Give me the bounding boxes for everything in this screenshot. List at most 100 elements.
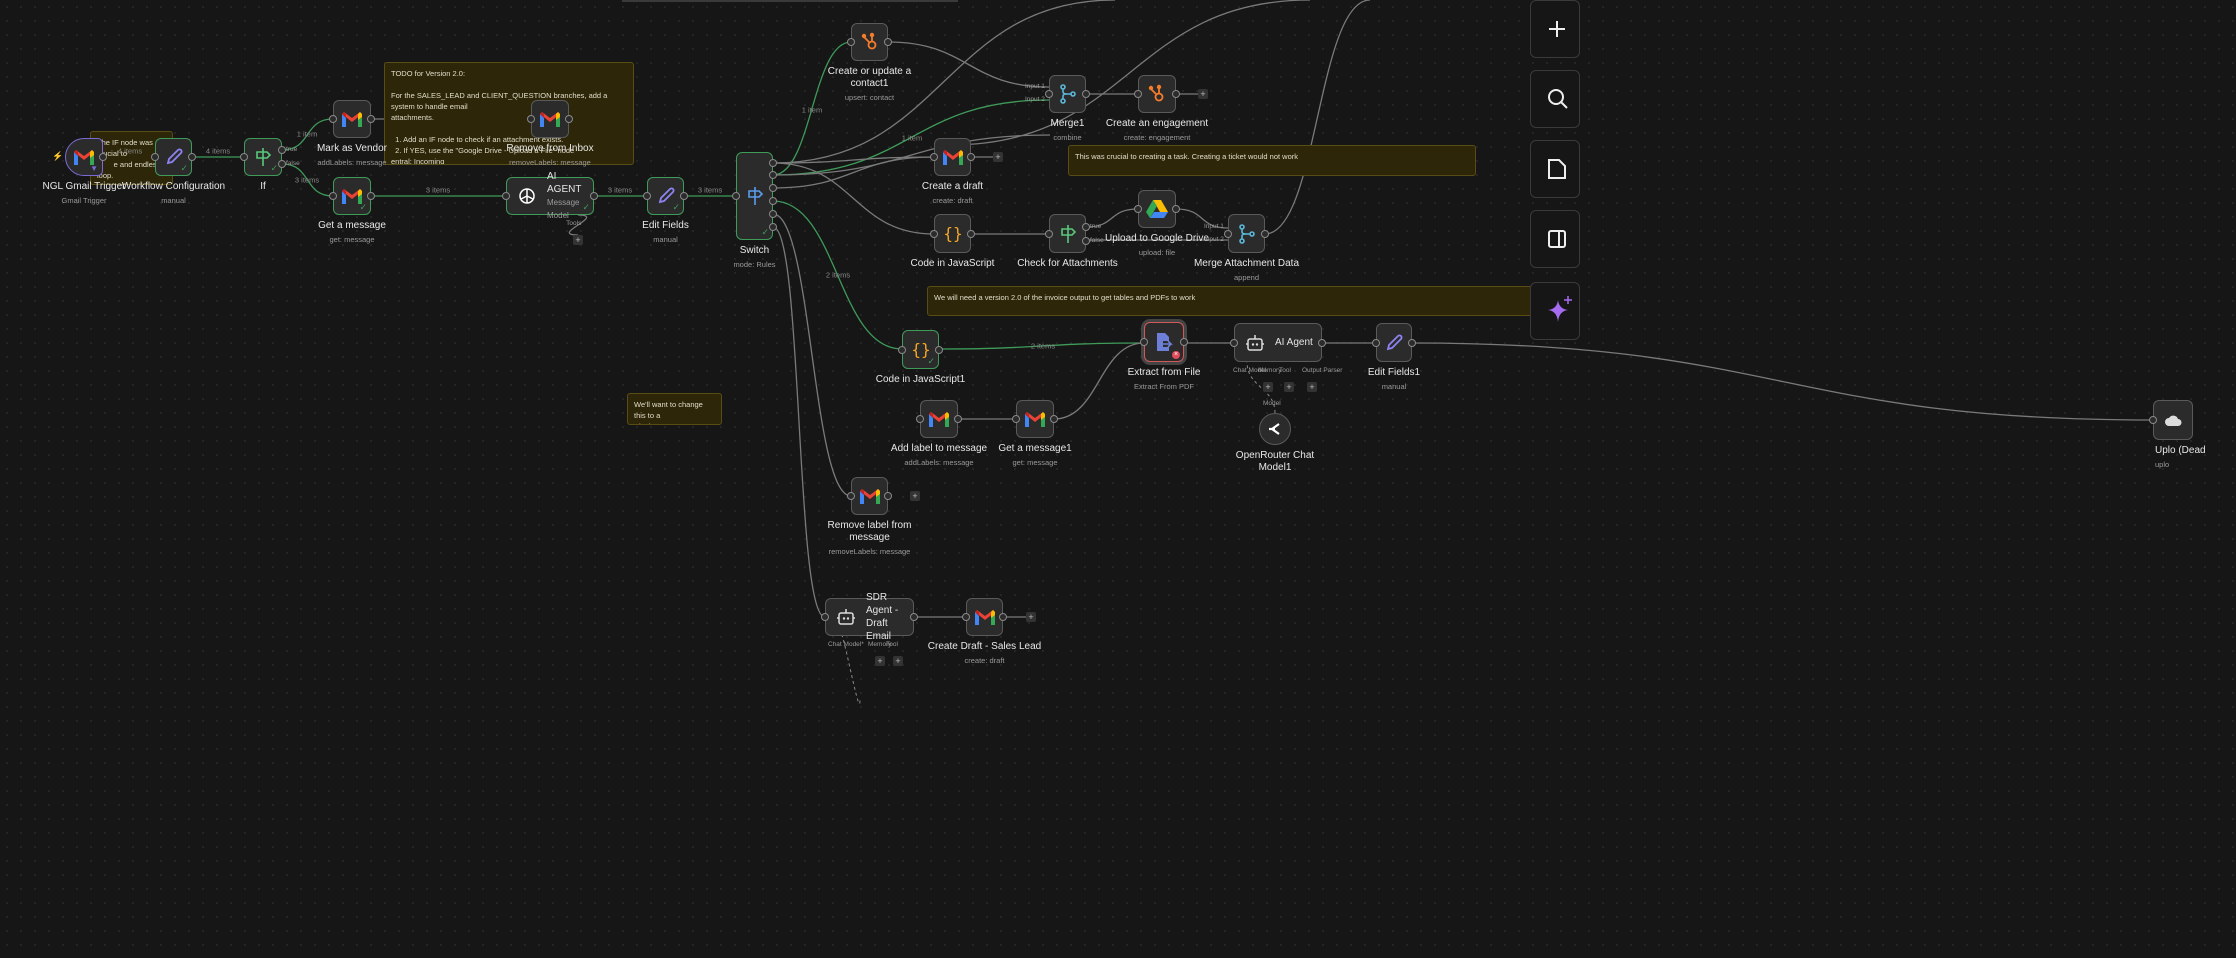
ai-assistant-button[interactable] (1530, 282, 1580, 340)
node-aiagent2[interactable]: AI Agent (1234, 323, 1322, 362)
output-port[interactable] (188, 153, 196, 161)
node-removelabel[interactable] (851, 477, 888, 515)
node-switch[interactable]: ✓ (736, 152, 773, 240)
output-port[interactable] (590, 192, 598, 200)
node-editfields[interactable]: ✓ (647, 177, 684, 215)
add-memory-button[interactable]: + (875, 656, 885, 666)
node-gdrive[interactable] (1138, 190, 1176, 228)
input-port[interactable] (1045, 90, 1053, 98)
input-port[interactable] (2149, 416, 2157, 424)
input-port[interactable] (502, 192, 510, 200)
node-aiagent1[interactable]: AI AGENT Message Model ✓ (506, 171, 594, 220)
input-port[interactable] (847, 38, 855, 46)
output-port[interactable] (967, 153, 975, 161)
add-node-button[interactable]: + (910, 491, 920, 501)
add-node-button[interactable]: + (1198, 89, 1208, 99)
input-port[interactable] (1012, 415, 1020, 423)
output-port[interactable] (884, 38, 892, 46)
node-draft[interactable] (934, 138, 971, 176)
node-removeinbox[interactable] (531, 100, 569, 138)
input-port[interactable] (930, 153, 938, 161)
add-memory-button[interactable]: + (1263, 382, 1273, 392)
node-editfields1[interactable] (1376, 323, 1412, 362)
output-port[interactable] (967, 229, 975, 238)
output-port[interactable] (1172, 90, 1180, 98)
output-port[interactable] (680, 192, 688, 200)
panel-toggle-button[interactable] (1530, 210, 1580, 268)
node-getmsg1[interactable] (1016, 400, 1054, 438)
node-merge1[interactable] (1049, 75, 1086, 113)
input-port[interactable] (1372, 338, 1380, 347)
output-port[interactable] (1172, 205, 1180, 213)
input-port[interactable] (732, 192, 740, 200)
output-port[interactable] (1318, 338, 1326, 347)
connection[interactable] (1411, 342, 2154, 421)
output-port[interactable] (769, 223, 777, 231)
output-port[interactable] (1261, 229, 1269, 238)
sticky-note-button[interactable] (1530, 140, 1580, 198)
node-addlabel[interactable] (920, 400, 958, 438)
output-port[interactable] (769, 197, 777, 205)
sticky-note[interactable]: This was crucial to creating a task. Cre… (1068, 145, 1476, 176)
output-port[interactable] (769, 184, 777, 192)
input-port[interactable] (1134, 90, 1142, 98)
output-port[interactable] (769, 159, 777, 167)
input-port[interactable] (916, 415, 924, 423)
search-button[interactable] (1530, 70, 1580, 128)
input-port[interactable] (1045, 229, 1053, 238)
output-port[interactable] (1082, 90, 1090, 98)
output-port[interactable] (565, 115, 573, 123)
node-extract[interactable]: × (1144, 322, 1184, 362)
output-port[interactable] (367, 115, 375, 123)
input-port[interactable] (962, 613, 970, 621)
input-port[interactable] (1134, 205, 1142, 213)
output-port[interactable] (1050, 415, 1058, 423)
node-markvendor[interactable] (333, 100, 371, 138)
input-port[interactable] (240, 153, 248, 161)
output-port[interactable] (935, 345, 943, 354)
node-wfconfig[interactable]: ✓ (155, 138, 192, 176)
node-mergeatt[interactable] (1228, 214, 1265, 253)
node-getmsg[interactable]: ✓ (333, 177, 371, 215)
sticky-note[interactable]: We'll want to change this to a Slack mes… (627, 393, 722, 425)
input-port[interactable] (821, 613, 829, 621)
node-engagement[interactable] (1138, 75, 1176, 113)
connection[interactable] (1264, 0, 1371, 235)
output-port[interactable] (769, 210, 777, 218)
input-port[interactable] (329, 192, 337, 200)
add-node-button[interactable] (1530, 0, 1580, 58)
add-node-button[interactable]: + (573, 235, 583, 245)
add-node-button[interactable]: + (1026, 612, 1036, 622)
node-upload[interactable] (2153, 400, 2193, 440)
node-codejs1[interactable]: {} ✓ (902, 330, 939, 369)
node-openrouter[interactable] (1259, 413, 1291, 445)
input-port[interactable] (930, 229, 938, 238)
input-port[interactable] (898, 345, 906, 354)
output-port[interactable] (1180, 338, 1188, 346)
input-port[interactable] (643, 192, 651, 200)
input-port[interactable] (1140, 338, 1148, 346)
add-node-button[interactable]: + (993, 152, 1003, 162)
output-port[interactable] (910, 613, 918, 621)
node-contact[interactable] (851, 23, 888, 61)
output-port[interactable] (99, 153, 107, 161)
output-port[interactable] (999, 613, 1007, 621)
node-codejs[interactable]: {} (934, 214, 971, 253)
node-trigger[interactable]: ▼ (65, 138, 103, 176)
input-port[interactable] (1230, 338, 1238, 347)
add-tool-button[interactable]: + (1284, 382, 1294, 392)
output-port-true[interactable] (1082, 222, 1090, 231)
sticky-note[interactable]: We will need a version 2.0 of the invoic… (927, 286, 1537, 316)
output-port[interactable] (769, 171, 777, 179)
input-port[interactable] (847, 492, 855, 500)
node-sdr[interactable]: SDR Agent - Draft Email (825, 592, 914, 642)
connection[interactable] (772, 226, 826, 618)
node-draftsl[interactable] (966, 598, 1003, 636)
input-port[interactable] (1224, 229, 1232, 238)
output-port[interactable] (884, 492, 892, 500)
output-port[interactable] (1408, 338, 1416, 347)
input-port[interactable] (527, 115, 535, 123)
output-port[interactable] (367, 192, 375, 200)
output-port[interactable] (954, 415, 962, 423)
input-port[interactable] (151, 153, 159, 161)
